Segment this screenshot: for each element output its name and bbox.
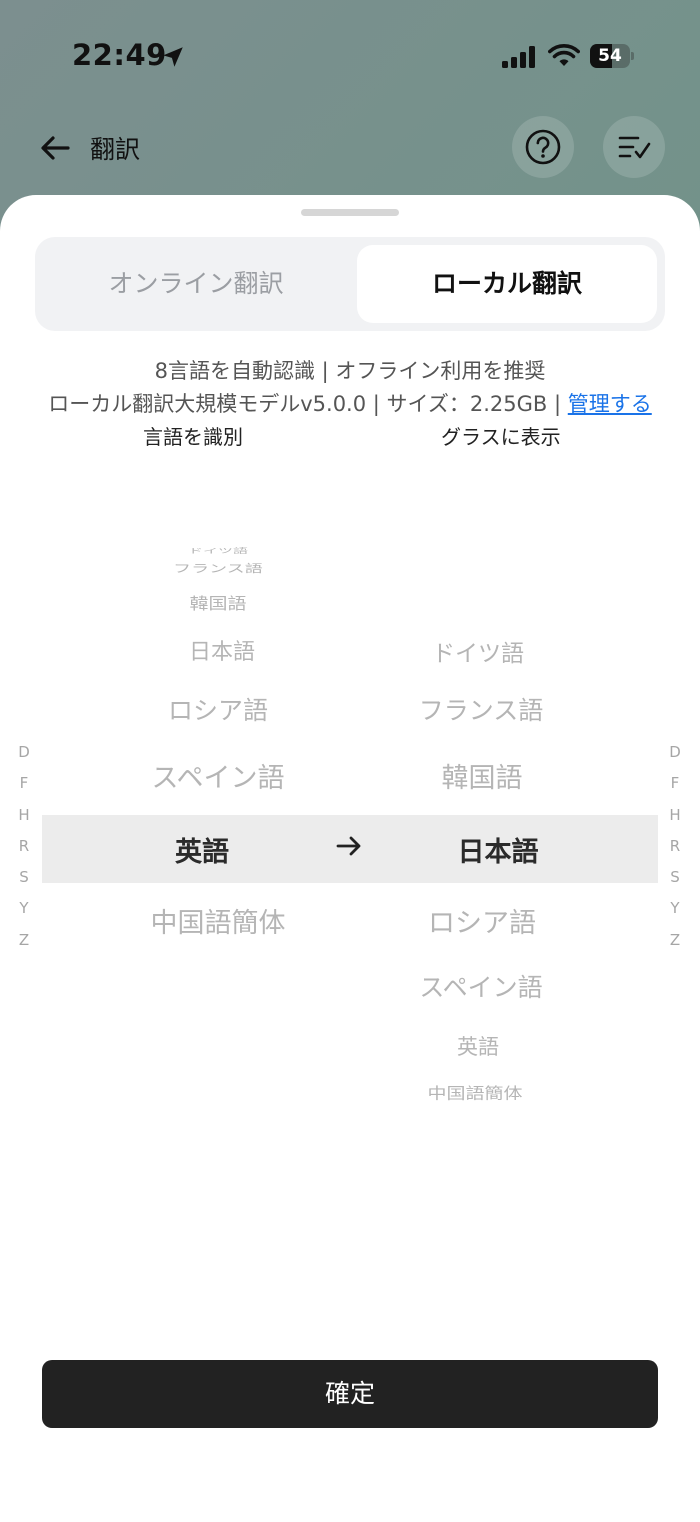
battery-percent: 54 [598,46,622,66]
source-language-selected[interactable]: 英語 [82,830,322,869]
index-letter[interactable]: Z [665,931,685,962]
index-letter[interactable]: R [14,837,34,868]
index-letter[interactable]: S [665,868,685,899]
tab-online-translation[interactable]: オンライン翻訳 [43,245,349,323]
source-language-item[interactable]: ドイツ語 [98,546,338,555]
index-letter[interactable]: F [14,774,34,805]
mode-segmented-control: オンライン翻訳 ローカル翻訳 [35,237,665,331]
confirm-button[interactable]: 確定 [42,1360,658,1428]
target-language-item[interactable]: ドイツ語 [358,634,598,668]
source-language-item[interactable]: 韓国語 [98,591,338,614]
target-alphabet-index[interactable]: D F H R S Y Z [665,743,685,962]
language-picker: ドイツ語 フランス語 韓国語 日本語 ロシア語 スペイン語 英語 中国語簡体 ド… [0,535,700,1115]
index-letter[interactable]: Z [14,931,34,962]
right-arrow-icon [336,836,361,856]
index-letter[interactable]: Y [14,899,34,930]
info-line-model: ローカル翻訳大規模モデルv5.0.0 | サイズ：2.25GB | 管理する [0,388,700,418]
tab-local-translation[interactable]: ローカル翻訳 [357,245,657,323]
status-bar: 22:49 54 [0,0,700,110]
index-letter[interactable]: D [665,743,685,774]
checklist-button[interactable] [603,116,665,178]
cellular-signal-icon [502,46,535,68]
wifi-icon [548,44,580,66]
target-language-selected[interactable]: 日本語 [378,830,618,869]
target-language-item[interactable]: 中国語簡体 [355,1082,595,1104]
target-column-header: グラスに表示 [441,425,561,449]
source-language-item[interactable]: ロシア語 [98,691,338,727]
sheet-grabber[interactable] [301,209,399,216]
index-letter[interactable]: Y [665,899,685,930]
info-line-auto-detect: 8言語を自動認識 | オフライン利用を推奨 [154,359,546,383]
index-letter[interactable]: R [665,837,685,868]
checklist-icon [618,136,651,159]
translation-sheet: オンライン翻訳 ローカル翻訳 8言語を自動認識 | オフライン利用を推奨 ローカ… [0,195,700,1522]
battery-icon: 54 [590,44,630,68]
source-alphabet-index[interactable]: D F H R S Y Z [14,743,34,962]
status-time: 22:49 [72,38,167,72]
page-title: 翻訳 [90,135,141,164]
source-language-item[interactable]: スペイン語 [98,756,338,795]
help-icon [525,129,561,165]
target-language-item[interactable]: スペイン語 [361,968,601,1004]
manage-link[interactable]: 管理する [568,392,652,416]
battery-indicator: 54 [590,44,634,68]
source-language-item[interactable]: 日本語 [102,634,342,666]
index-letter[interactable]: F [665,774,685,805]
index-letter[interactable]: H [665,806,685,837]
index-letter[interactable]: S [14,868,34,899]
source-language-item[interactable]: 中国語簡体 [98,901,338,940]
location-arrow-icon [163,47,183,67]
target-language-item[interactable]: 英語 [358,1031,598,1061]
target-language-item[interactable]: ロシア語 [362,901,602,940]
help-button[interactable] [512,116,574,178]
model-info-text: ローカル翻訳大規模モデルv5.0.0 | サイズ：2.25GB | [48,392,568,416]
target-language-item[interactable]: 韓国語 [362,756,602,795]
index-letter[interactable]: H [14,806,34,837]
index-letter[interactable]: D [14,743,34,774]
nav-bar: 翻訳 [0,110,700,190]
target-language-item[interactable]: フランス語 [361,691,601,727]
back-arrow-icon[interactable] [38,130,74,166]
source-language-item[interactable]: フランス語 [98,560,338,576]
source-column-header: 言語を識別 [143,425,243,449]
